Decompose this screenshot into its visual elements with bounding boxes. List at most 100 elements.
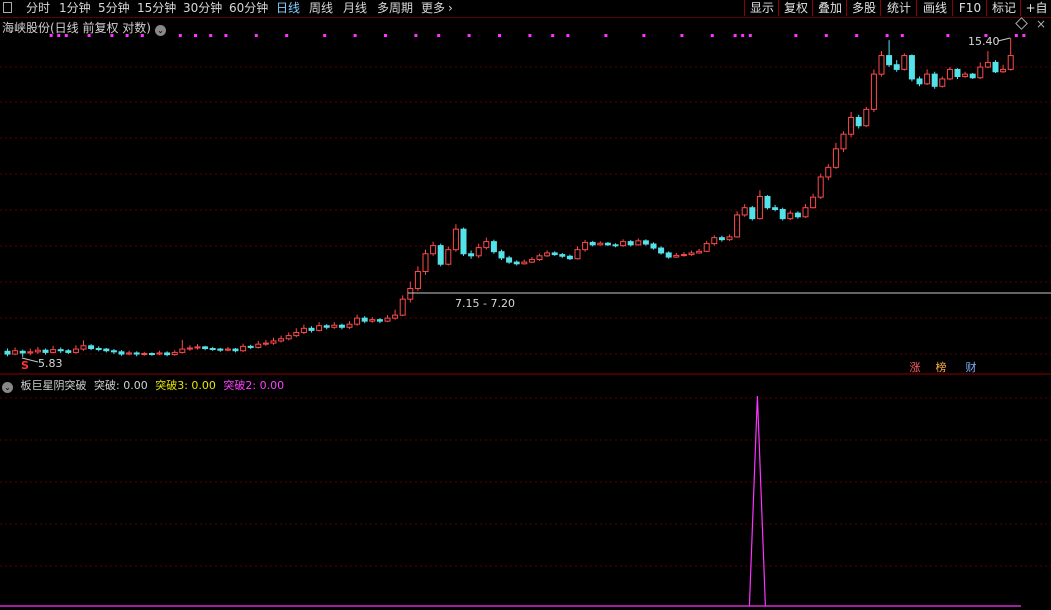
candle[interactable] [627, 240, 634, 247]
candle[interactable] [179, 339, 186, 354]
candle[interactable] [680, 252, 687, 257]
candle[interactable] [924, 69, 931, 86]
candle[interactable] [331, 322, 338, 329]
tag-rise[interactable]: 涨 [908, 361, 922, 374]
candle[interactable] [95, 346, 102, 352]
candle[interactable] [255, 340, 262, 349]
candle[interactable] [1000, 64, 1007, 73]
candle[interactable] [156, 350, 163, 356]
candle[interactable] [931, 71, 938, 89]
candle[interactable] [209, 346, 216, 351]
candle[interactable] [42, 348, 49, 355]
candle[interactable] [88, 344, 95, 351]
candle[interactable] [186, 345, 193, 351]
candle[interactable] [718, 235, 725, 242]
candle[interactable] [817, 173, 824, 199]
candle[interactable] [232, 347, 239, 353]
candle[interactable] [27, 348, 34, 356]
candle[interactable] [323, 324, 330, 330]
candle[interactable] [490, 239, 497, 254]
candle[interactable] [946, 67, 953, 81]
candle[interactable] [536, 253, 543, 261]
chevron-down-icon[interactable]: ⌄ [2, 382, 13, 393]
candle[interactable] [787, 210, 794, 221]
candle[interactable] [642, 239, 649, 246]
candle[interactable] [126, 350, 133, 356]
candle[interactable] [384, 315, 391, 323]
candle[interactable] [863, 106, 870, 128]
candle[interactable] [240, 343, 247, 352]
candle[interactable] [855, 114, 862, 129]
candle[interactable] [103, 347, 110, 353]
candle[interactable] [832, 142, 839, 169]
candle[interactable] [12, 347, 19, 356]
candle[interactable] [506, 255, 513, 264]
candle[interactable] [376, 318, 383, 324]
candle[interactable] [521, 259, 528, 265]
candle[interactable] [247, 344, 254, 350]
candle[interactable] [969, 72, 976, 79]
candle[interactable] [361, 316, 368, 324]
candle[interactable] [802, 204, 809, 218]
candle[interactable] [460, 227, 467, 256]
candle[interactable] [582, 240, 589, 252]
candle[interactable] [50, 345, 57, 354]
candle[interactable] [688, 250, 695, 256]
candle[interactable] [171, 350, 178, 356]
candle[interactable] [316, 322, 323, 332]
candle[interactable] [262, 339, 269, 346]
candle[interactable] [878, 51, 885, 77]
candle[interactable] [597, 241, 604, 246]
candle[interactable] [544, 250, 551, 258]
candle[interactable] [293, 328, 300, 338]
candle[interactable] [141, 351, 148, 356]
candle[interactable] [392, 309, 399, 320]
candle[interactable] [984, 51, 991, 69]
candle[interactable] [620, 239, 627, 247]
candle[interactable] [794, 211, 801, 219]
candle[interactable] [756, 190, 763, 220]
candle[interactable] [445, 246, 452, 266]
tag-finance[interactable]: 财 [964, 361, 978, 374]
tag-rank[interactable]: 榜 [934, 361, 948, 374]
candle[interactable] [354, 314, 361, 326]
candle[interactable] [346, 321, 353, 329]
candle[interactable] [437, 243, 444, 267]
candle[interactable] [779, 207, 786, 221]
candle[interactable] [483, 237, 490, 250]
candle[interactable] [893, 60, 900, 72]
candle[interactable] [308, 326, 315, 333]
candle[interactable] [338, 323, 345, 330]
candle[interactable] [528, 257, 535, 263]
candle[interactable] [407, 281, 414, 303]
candle[interactable] [673, 252, 680, 258]
candle[interactable] [118, 350, 125, 356]
candle[interactable] [604, 242, 611, 247]
candle[interactable] [80, 340, 87, 351]
candle[interactable] [148, 352, 155, 356]
candle[interactable] [658, 246, 665, 255]
candle[interactable] [399, 295, 406, 317]
candle[interactable] [1007, 38, 1014, 71]
candle[interactable] [916, 76, 923, 87]
candle[interactable] [870, 69, 877, 113]
candle[interactable] [133, 351, 140, 357]
candle[interactable] [430, 241, 437, 256]
candle[interactable] [962, 71, 969, 78]
candle[interactable] [954, 68, 961, 79]
candle[interactable] [977, 62, 984, 79]
candle[interactable] [285, 332, 292, 341]
candle[interactable] [734, 211, 741, 238]
candle[interactable] [559, 252, 566, 258]
candle[interactable] [422, 249, 429, 276]
candle[interactable] [764, 195, 771, 210]
candle[interactable] [513, 260, 520, 266]
candle[interactable] [650, 242, 657, 250]
candle[interactable] [164, 351, 171, 357]
candle[interactable] [278, 335, 285, 343]
candle[interactable] [741, 204, 748, 217]
candle[interactable] [34, 346, 41, 355]
candle[interactable] [939, 76, 946, 88]
candle[interactable] [270, 337, 277, 345]
candle[interactable] [825, 164, 832, 181]
